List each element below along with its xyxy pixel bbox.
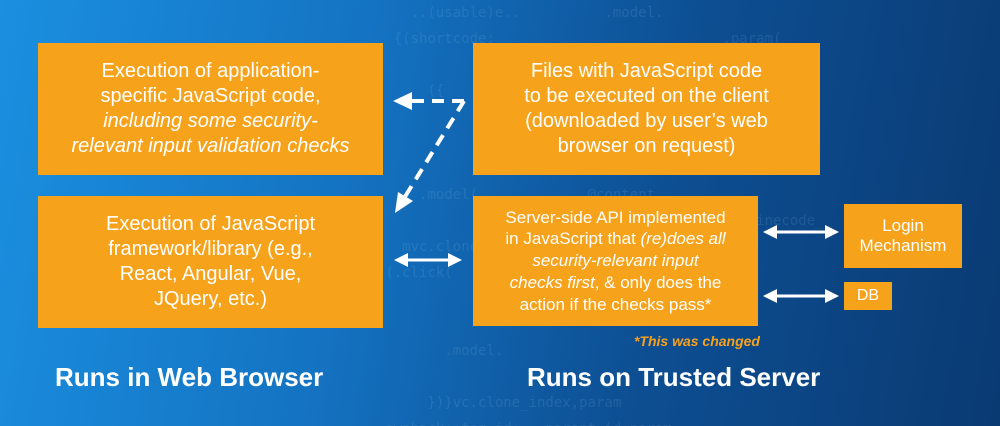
framework-box-line-1: Execution of JavaScript [106, 213, 315, 235]
app-box-line-4: relevant input validation checks [71, 135, 350, 157]
files-box-line-3: (downloaded by user’s web [525, 110, 768, 132]
app-box-line-3: including some security- [103, 110, 318, 132]
server-box-line-1: Server-side API implemented [505, 207, 726, 227]
db-box-label: DB [856, 287, 880, 304]
javascript-files-box: Files with JavaScript code to be execute… [473, 43, 820, 175]
login-mechanism-box: Login Mechanism [844, 204, 962, 268]
server-box-line-5: action if the checks pass* [519, 294, 712, 314]
app-box-line-1: Execution of application- [101, 60, 320, 82]
files-box-line-2: to be executed on the client [524, 85, 769, 107]
framework-box-line-3: React, Angular, Vue, [119, 263, 302, 285]
files-box-line-1: Files with JavaScript code [530, 60, 763, 82]
framework-execution-box: Execution of JavaScript framework/librar… [38, 196, 383, 328]
server-box-line-2a: in JavaScript that [505, 229, 641, 249]
footer-web-browser: Runs in Web Browser [55, 362, 324, 392]
server-box-line-4b: , & only does the [594, 272, 722, 292]
login-box-line-1: Login [882, 215, 924, 235]
app-box-line-2: specific JavaScript code, [100, 85, 321, 107]
app-code-execution-box: Execution of application- specific JavaS… [38, 43, 383, 175]
framework-box-line-2: framework/library (e.g., [108, 238, 313, 260]
server-api-box: Server-side API implemented in JavaScrip… [473, 196, 758, 326]
server-box-line-3: security-relevant input [532, 251, 699, 271]
login-box-line-2: Mechanism [859, 236, 947, 255]
framework-box-line-4: JQuery, etc.) [154, 288, 267, 310]
server-box-line-4a: checks first [509, 272, 595, 292]
files-box-line-4: browser on request) [557, 135, 736, 157]
db-box: DB [844, 282, 892, 310]
footer-trusted-server: Runs on Trusted Server [527, 362, 821, 392]
server-box-line-2b: (re)does all [640, 229, 726, 249]
changed-note: *This was changed [633, 333, 760, 349]
